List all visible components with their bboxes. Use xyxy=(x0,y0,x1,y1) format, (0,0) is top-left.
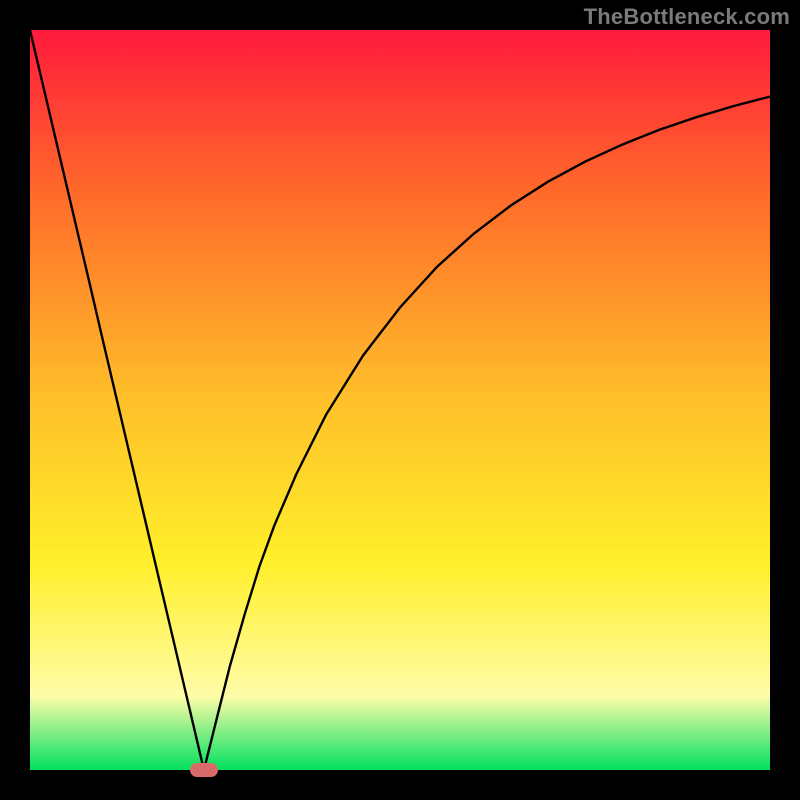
gradient-background xyxy=(30,30,770,770)
watermark-text: TheBottleneck.com xyxy=(584,4,790,30)
plot-svg xyxy=(30,30,770,770)
chart-frame: TheBottleneck.com xyxy=(0,0,800,800)
optimum-marker xyxy=(190,763,218,777)
plot-area xyxy=(30,30,770,770)
